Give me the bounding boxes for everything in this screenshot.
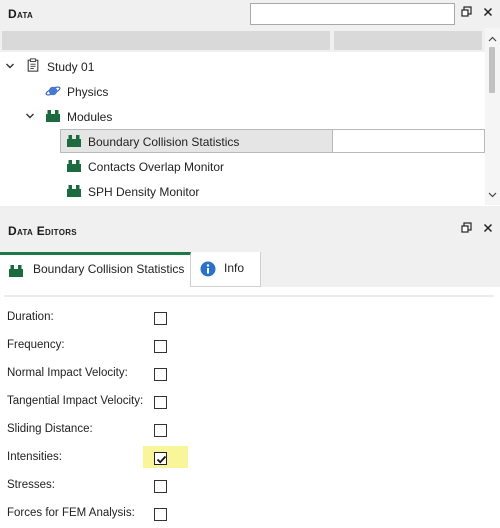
property-row-intensities: Intensities: [0,444,500,472]
property-row-stresses: Stresses: [0,472,500,500]
tab-info[interactable]: Info [191,252,261,287]
property-row-forces-for-fem-analysis: Forces for FEM Analysis: [0,500,500,528]
tree-item-modules[interactable]: Modules [0,104,485,129]
property-row-sliding-distance: Sliding Distance: [0,416,500,444]
normal-impact-velocity-checkbox[interactable] [154,368,167,381]
module-icon [67,185,81,197]
property-row-tangential-impact-velocity: Tangential Impact Velocity: [0,388,500,416]
data-tree: Study 01 Physics Modules Boundary Collis… [0,52,485,205]
tree-item-label: Physics [67,85,109,99]
selection-highlight-value-cell [332,129,485,153]
tangential-impact-velocity-checkbox[interactable] [154,396,167,409]
data-editors-title: Data Editors [8,224,77,238]
tree-item-label: Study 01 [47,60,95,74]
property-label: Forces for FEM Analysis: [7,507,135,519]
stresses-checkbox[interactable] [154,480,167,493]
tree-column-headers [0,28,500,58]
tree-item-label: Modules [67,110,113,124]
module-icon [67,135,81,147]
scroll-up-icon[interactable] [488,36,497,42]
float-window-icon[interactable] [461,6,475,20]
property-row-normal-impact-velocity: Normal Impact Velocity: [0,360,500,388]
property-label: Duration: [7,311,54,323]
search-input[interactable] [250,3,455,25]
column-header-name[interactable] [2,31,330,50]
tree-item-label: SPH Density Monitor [88,185,200,199]
clipboard-icon [27,58,39,72]
module-icon [9,265,23,277]
editor-tabs: Boundary Collision Statistics Info [0,252,500,287]
modules-icon [46,110,60,122]
close-icon[interactable] [482,6,496,20]
close-icon[interactable] [482,222,496,236]
tree-item-boundary-collision-statistics[interactable]: Boundary Collision Statistics [0,129,485,154]
float-window-icon[interactable] [461,222,475,236]
scroll-down-icon[interactable] [488,192,497,198]
scrollbar-thumb[interactable] [489,47,495,93]
tab-boundary-collision-statistics[interactable]: Boundary Collision Statistics [0,252,191,287]
property-label: Normal Impact Velocity: [7,367,128,379]
data-panel-header: Data [0,0,500,28]
sliding-distance-checkbox[interactable] [154,424,167,437]
tab-label: Info [224,261,245,275]
tree-item-sph-density-monitor[interactable]: SPH Density Monitor [0,179,485,204]
property-row-frequency: Frequency: [0,332,500,360]
chevron-down-icon[interactable] [5,61,15,71]
tree-item-label: Contacts Overlap Monitor [88,160,225,174]
frequency-checkbox[interactable] [154,340,167,353]
property-label: Frequency: [7,339,65,351]
intensities-checkbox[interactable] [154,452,167,465]
tree-item-contacts-overlap-monitor[interactable]: Contacts Overlap Monitor [0,154,485,179]
duration-checkbox[interactable] [154,312,167,325]
data-editors-header: Data Editors [0,206,500,252]
tree-item-study[interactable]: Study 01 [0,54,485,79]
property-label: Stresses: [7,479,55,491]
module-icon [67,160,81,172]
divider [4,295,494,297]
checkmark-icon [156,455,167,464]
property-row-duration: Duration: [0,304,500,332]
column-header-value[interactable] [334,31,482,50]
tree-item-physics[interactable]: Physics [0,79,485,104]
tree-scrollbar[interactable] [485,28,500,205]
property-label: Intensities: [7,451,62,463]
property-editor: Duration: Frequency: Normal Impact Veloc… [0,287,500,526]
tab-label: Boundary Collision Statistics [33,262,185,276]
tree-item-label: Boundary Collision Statistics [88,135,240,149]
data-panel-title: Data [8,7,34,21]
forces-for-fem-analysis-checkbox[interactable] [154,508,167,521]
chevron-down-icon[interactable] [25,111,35,121]
info-icon [200,261,216,277]
property-label: Tangential Impact Velocity: [7,395,144,407]
planet-icon [45,86,61,96]
property-label: Sliding Distance: [7,423,93,435]
